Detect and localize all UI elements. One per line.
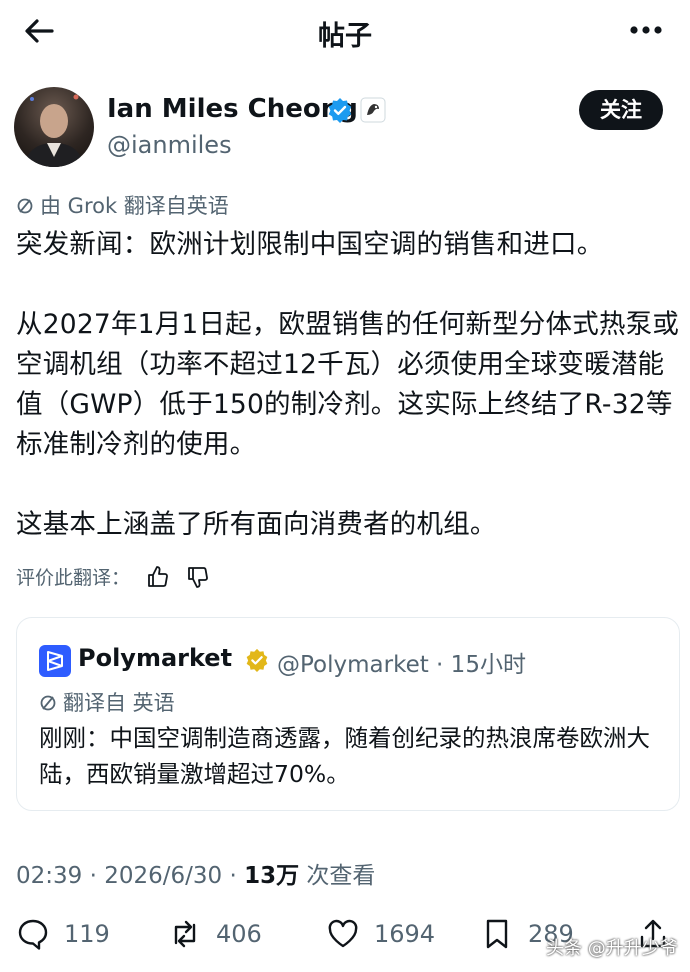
reply-count: 119 — [64, 920, 110, 948]
reply-icon — [18, 919, 48, 950]
post-timestamp: 02:39 · 2026/6/30 · — [16, 863, 245, 889]
translate-icon — [40, 695, 56, 711]
like-count: 1694 — [374, 920, 436, 948]
repost-button[interactable]: 406 — [168, 910, 262, 958]
post-stats: 02:39 · 2026/6/30 · 13万 次查看 — [16, 856, 375, 890]
gold-verified-badge-icon — [245, 648, 269, 672]
quoted-body: 刚刚：中国空调制造商透露，随着创纪录的热浪席卷欧洲大陆，西欧销量激增超过70%。 — [39, 724, 650, 788]
reply-button[interactable]: 119 — [16, 910, 110, 958]
thumbs-down-icon[interactable] — [186, 565, 210, 589]
quoted-post[interactable]: Polymarket @Polymarket · 15小时 翻译自 英语 刚刚：… — [16, 617, 680, 811]
polymarket-logo-icon — [39, 645, 71, 677]
translation-note-text: 由 Grok 翻译自英语 — [40, 194, 229, 218]
quoted-translation-note: 翻译自 英语 — [39, 687, 175, 717]
quoted-translation-text: 翻译自 英语 — [63, 691, 175, 715]
like-button[interactable]: 1694 — [326, 910, 435, 958]
repost-icon — [174, 920, 196, 948]
translate-icon — [17, 198, 33, 214]
page-title: 帖子 — [318, 21, 372, 52]
bookmark-icon — [486, 919, 508, 949]
translation-note: 由 Grok 翻译自英语 — [16, 190, 229, 220]
view-count-label: 次查看 — [299, 863, 376, 889]
quoted-handle-time: @Polymarket · 15小时 — [277, 652, 526, 678]
rate-translation: 评价此翻译： — [16, 563, 210, 590]
view-count: 13万 — [244, 863, 300, 889]
more-options-icon[interactable] — [628, 18, 664, 42]
quoted-author-name: Polymarket — [78, 644, 233, 672]
follow-button[interactable]: 关注 — [579, 90, 663, 130]
affiliate-badge-icon — [360, 97, 386, 123]
rate-translation-label: 评价此翻译： — [16, 567, 131, 589]
verified-badge-icon — [327, 97, 353, 123]
avatar[interactable] — [14, 87, 94, 167]
top-bar: 帖子 — [0, 0, 690, 62]
heart-icon — [328, 919, 358, 948]
author-handle[interactable]: @ianmiles — [107, 131, 232, 159]
thumbs-up-icon[interactable] — [146, 565, 170, 589]
author-name[interactable]: Ian Miles Cheong — [107, 94, 358, 124]
repost-count: 406 — [216, 920, 262, 948]
watermark: 头条 @升升少爷 — [546, 938, 678, 959]
post-body: 突发新闻：欧洲计划限制中国空调的销售和进口。 从2027年1月1日起，欧盟销售的… — [16, 229, 680, 540]
